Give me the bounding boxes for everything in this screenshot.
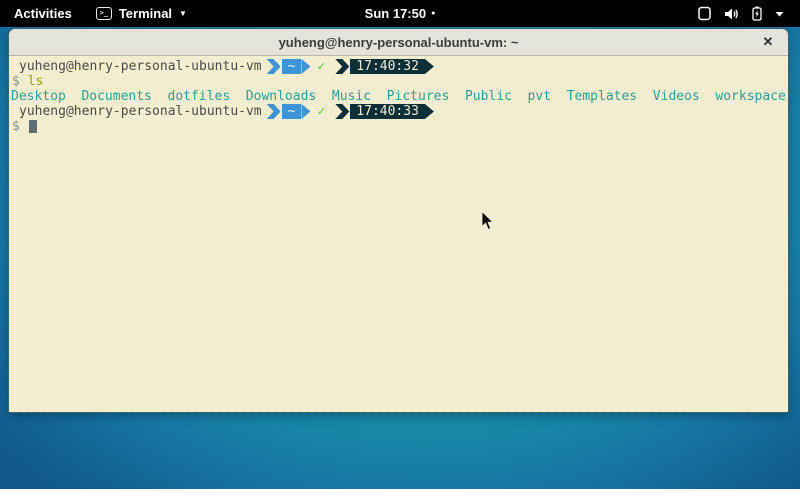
prompt-path-segment: ~ — [282, 104, 302, 119]
powerline-chevron-icon — [335, 104, 349, 119]
prompt-user-host: yuheng@henry-personal-ubuntu-vm — [19, 59, 262, 74]
prompt-path-segment: ~ — [282, 59, 302, 74]
notification-dot-icon: ● — [431, 10, 435, 17]
powerline-arrow-icon — [301, 104, 310, 119]
clock-label: Sun 17:50 — [365, 6, 426, 21]
prompt-symbol: $ — [12, 74, 20, 89]
status-check-icon: ✓ — [310, 104, 330, 119]
powerline-chevron-icon — [335, 59, 349, 74]
volume-icon — [724, 7, 739, 21]
prompt-user-host: yuheng@henry-personal-ubuntu-vm — [19, 104, 262, 119]
screen-icon — [698, 6, 711, 21]
app-menu-terminal[interactable]: >_ Terminal ▼ — [86, 0, 197, 27]
input-line: $ — [9, 119, 788, 134]
terminal-icon: >_ — [96, 7, 112, 20]
powerline-chevron-icon — [267, 59, 281, 74]
prompt-line-1: yuheng@henry-personal-ubuntu-vm ~ ✓ 17:4… — [9, 59, 788, 74]
app-menu-label: Terminal — [119, 6, 172, 21]
window-titlebar[interactable]: yuheng@henry-personal-ubuntu-vm: ~ ✕ — [9, 29, 788, 56]
prompt-time-segment: 17:40:32 — [350, 59, 425, 74]
gnome-top-bar: Activities >_ Terminal ▼ Sun 17:50 ● — [0, 0, 800, 27]
battery-charging-icon — [752, 6, 762, 21]
desktop: Activities >_ Terminal ▼ Sun 17:50 ● — [0, 0, 800, 489]
clock-button[interactable]: Sun 17:50 ● — [365, 0, 436, 27]
mouse-cursor-icon — [481, 211, 495, 236]
ls-output-line: Desktop Documents dotfiles Downloads Mus… — [9, 89, 788, 104]
directory-listing: Desktop Documents dotfiles Downloads Mus… — [11, 89, 786, 104]
window-title: yuheng@henry-personal-ubuntu-vm: ~ — [279, 35, 519, 50]
chevron-down-icon — [775, 11, 784, 17]
terminal-cursor — [29, 120, 37, 133]
status-check-icon: ✓ — [310, 59, 330, 74]
powerline-arrow-icon — [425, 59, 434, 74]
typed-command: ls — [28, 74, 44, 89]
activities-button[interactable]: Activities — [0, 0, 86, 27]
system-status-area[interactable] — [688, 0, 794, 27]
terminal-content[interactable]: yuheng@henry-personal-ubuntu-vm ~ ✓ 17:4… — [9, 56, 788, 412]
prompt-line-2: yuheng@henry-personal-ubuntu-vm ~ ✓ 17:4… — [9, 104, 788, 119]
powerline-arrow-icon — [301, 59, 310, 74]
chevron-down-icon: ▼ — [179, 10, 187, 18]
powerline-chevron-icon — [267, 104, 281, 119]
powerline-arrow-icon — [425, 104, 434, 119]
close-icon[interactable]: ✕ — [759, 33, 777, 51]
prompt-symbol: $ — [12, 119, 20, 134]
prompt-time-segment: 17:40:33 — [350, 104, 425, 119]
terminal-window: yuheng@henry-personal-ubuntu-vm: ~ ✕ yuh… — [8, 28, 789, 413]
command-line: $ ls — [9, 74, 788, 89]
